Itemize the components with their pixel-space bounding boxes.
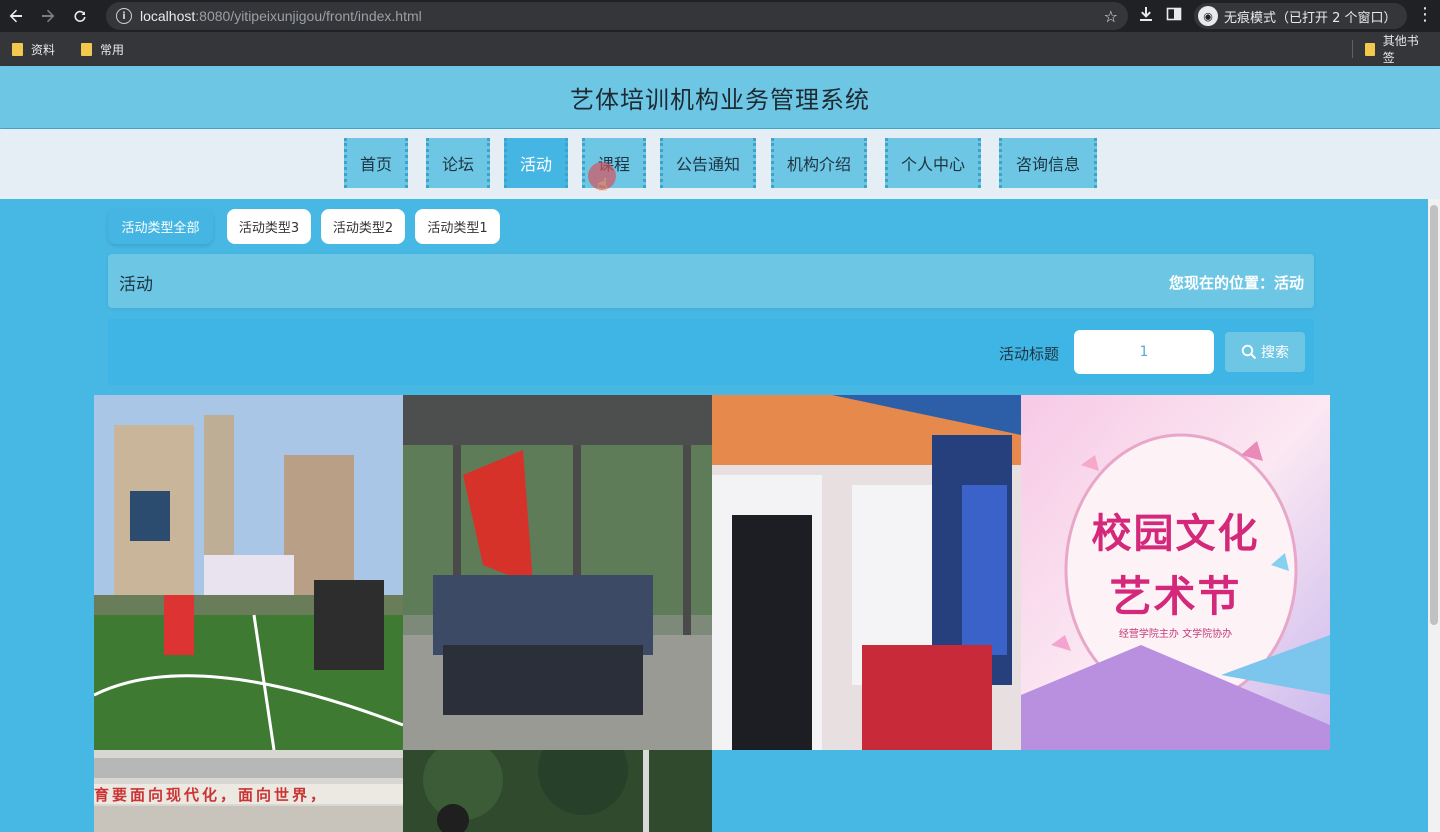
download-icon[interactable] [1138,6,1154,26]
reload-icon[interactable] [64,0,96,32]
search-button-label: 搜索 [1261,345,1289,361]
poster-title-line1: 校园文化 [1091,511,1260,557]
breadcrumb: 活动 您现在的位置：活动 [108,254,1314,308]
address-bar[interactable]: i localhost:8080/yitipeixunjigou/front/i… [106,2,1128,30]
activity-card-4[interactable]: 校园文化 艺术节 经营学院主办 文学院协办 [1021,395,1330,750]
search-icon [1241,344,1257,360]
students-at-booth-photo [712,395,1021,750]
bookmark-label: 资料 [31,42,56,57]
nav-about[interactable]: 机构介绍 [771,138,867,188]
bookmark-label: 其他书签 [1382,34,1419,65]
activity-card-6[interactable] [403,750,712,832]
search-panel: 活动标题 搜索 [108,319,1314,385]
poster-subtitle: 经营学院主办 文学院协办 [1118,629,1233,640]
activity-card-3[interactable] [712,395,1021,750]
activity-card-5[interactable]: 育要面向现代化，面向世界， [94,750,403,832]
category-type-1[interactable]: 活动类型1 [415,209,500,244]
activity-card-1[interactable] [94,395,403,750]
folder-icon [1364,42,1375,56]
group-with-flag-photo [403,395,712,750]
page-scrollbar[interactable] [1428,199,1440,832]
nav-activity[interactable]: 活动 [504,138,568,188]
school-banner-text: 育要面向现代化，面向世界， [94,786,329,804]
browser-toolbar: i localhost:8080/yitipeixunjigou/front/i… [0,0,1440,32]
main-nav: 首页 论坛 活动 课程 公告通知 机构介绍 个人中心 咨询信息 [0,129,1440,199]
site-title: 艺体培训机构业务管理系统 [570,85,870,114]
site-info-icon[interactable]: i [116,8,132,24]
bookmarks-divider [1352,40,1353,58]
category-type-2[interactable]: 活动类型2 [321,209,405,244]
search-label: 活动标题 [999,345,1060,363]
search-button[interactable]: 搜索 [1225,332,1305,372]
hand-cursor-icon: ☝ [597,175,608,196]
folder-icon [81,42,93,56]
activity-title-input[interactable] [1074,330,1214,374]
bookmarks-bar: 资料 常用 其他书签 [0,32,1440,66]
folder-icon [12,42,23,56]
forward-icon[interactable] [32,0,64,32]
trees-photo [403,750,712,832]
back-icon[interactable] [0,0,32,32]
bookmark-folder-1[interactable]: 资料 [12,41,55,58]
current-location: 您现在的位置：活动 [1168,274,1304,292]
bookmark-label: 常用 [100,42,125,57]
activity-card-2[interactable] [403,395,712,750]
incognito-icon: ◉ [1198,6,1218,26]
bookmark-folder-2[interactable]: 常用 [81,41,124,58]
page-title: 活动 [119,275,153,295]
other-bookmarks[interactable]: 其他书签 [1364,32,1426,66]
nav-forum[interactable]: 论坛 [426,138,490,188]
category-all[interactable]: 活动类型全部 [108,209,213,244]
incognito-label: 无痕模式（已打开 2 个窗口） [1224,10,1397,26]
url-text: localhost:8080/yitipeixunjigou/front/ind… [140,8,422,24]
nav-consultation[interactable]: 咨询信息 [999,138,1097,188]
scrollbar-thumb[interactable] [1430,205,1438,625]
site-header: 艺体培训机构业务管理系统 [0,66,1440,128]
bookmark-star-icon[interactable]: ☆ [1104,7,1118,26]
poster-title-line2: 艺术节 [1109,572,1242,621]
side-panel-icon[interactable] [1166,6,1182,26]
nav-notice[interactable]: 公告通知 [660,138,756,188]
category-type-3[interactable]: 活动类型3 [227,209,311,244]
browser-menu-icon[interactable]: ⋮ [1416,4,1434,25]
incognito-indicator[interactable]: ◉ 无痕模式（已打开 2 个窗口） [1194,3,1407,29]
nav-home[interactable]: 首页 [344,138,408,188]
nav-personal-center[interactable]: 个人中心 [885,138,981,188]
sports-field-photo [94,395,403,750]
